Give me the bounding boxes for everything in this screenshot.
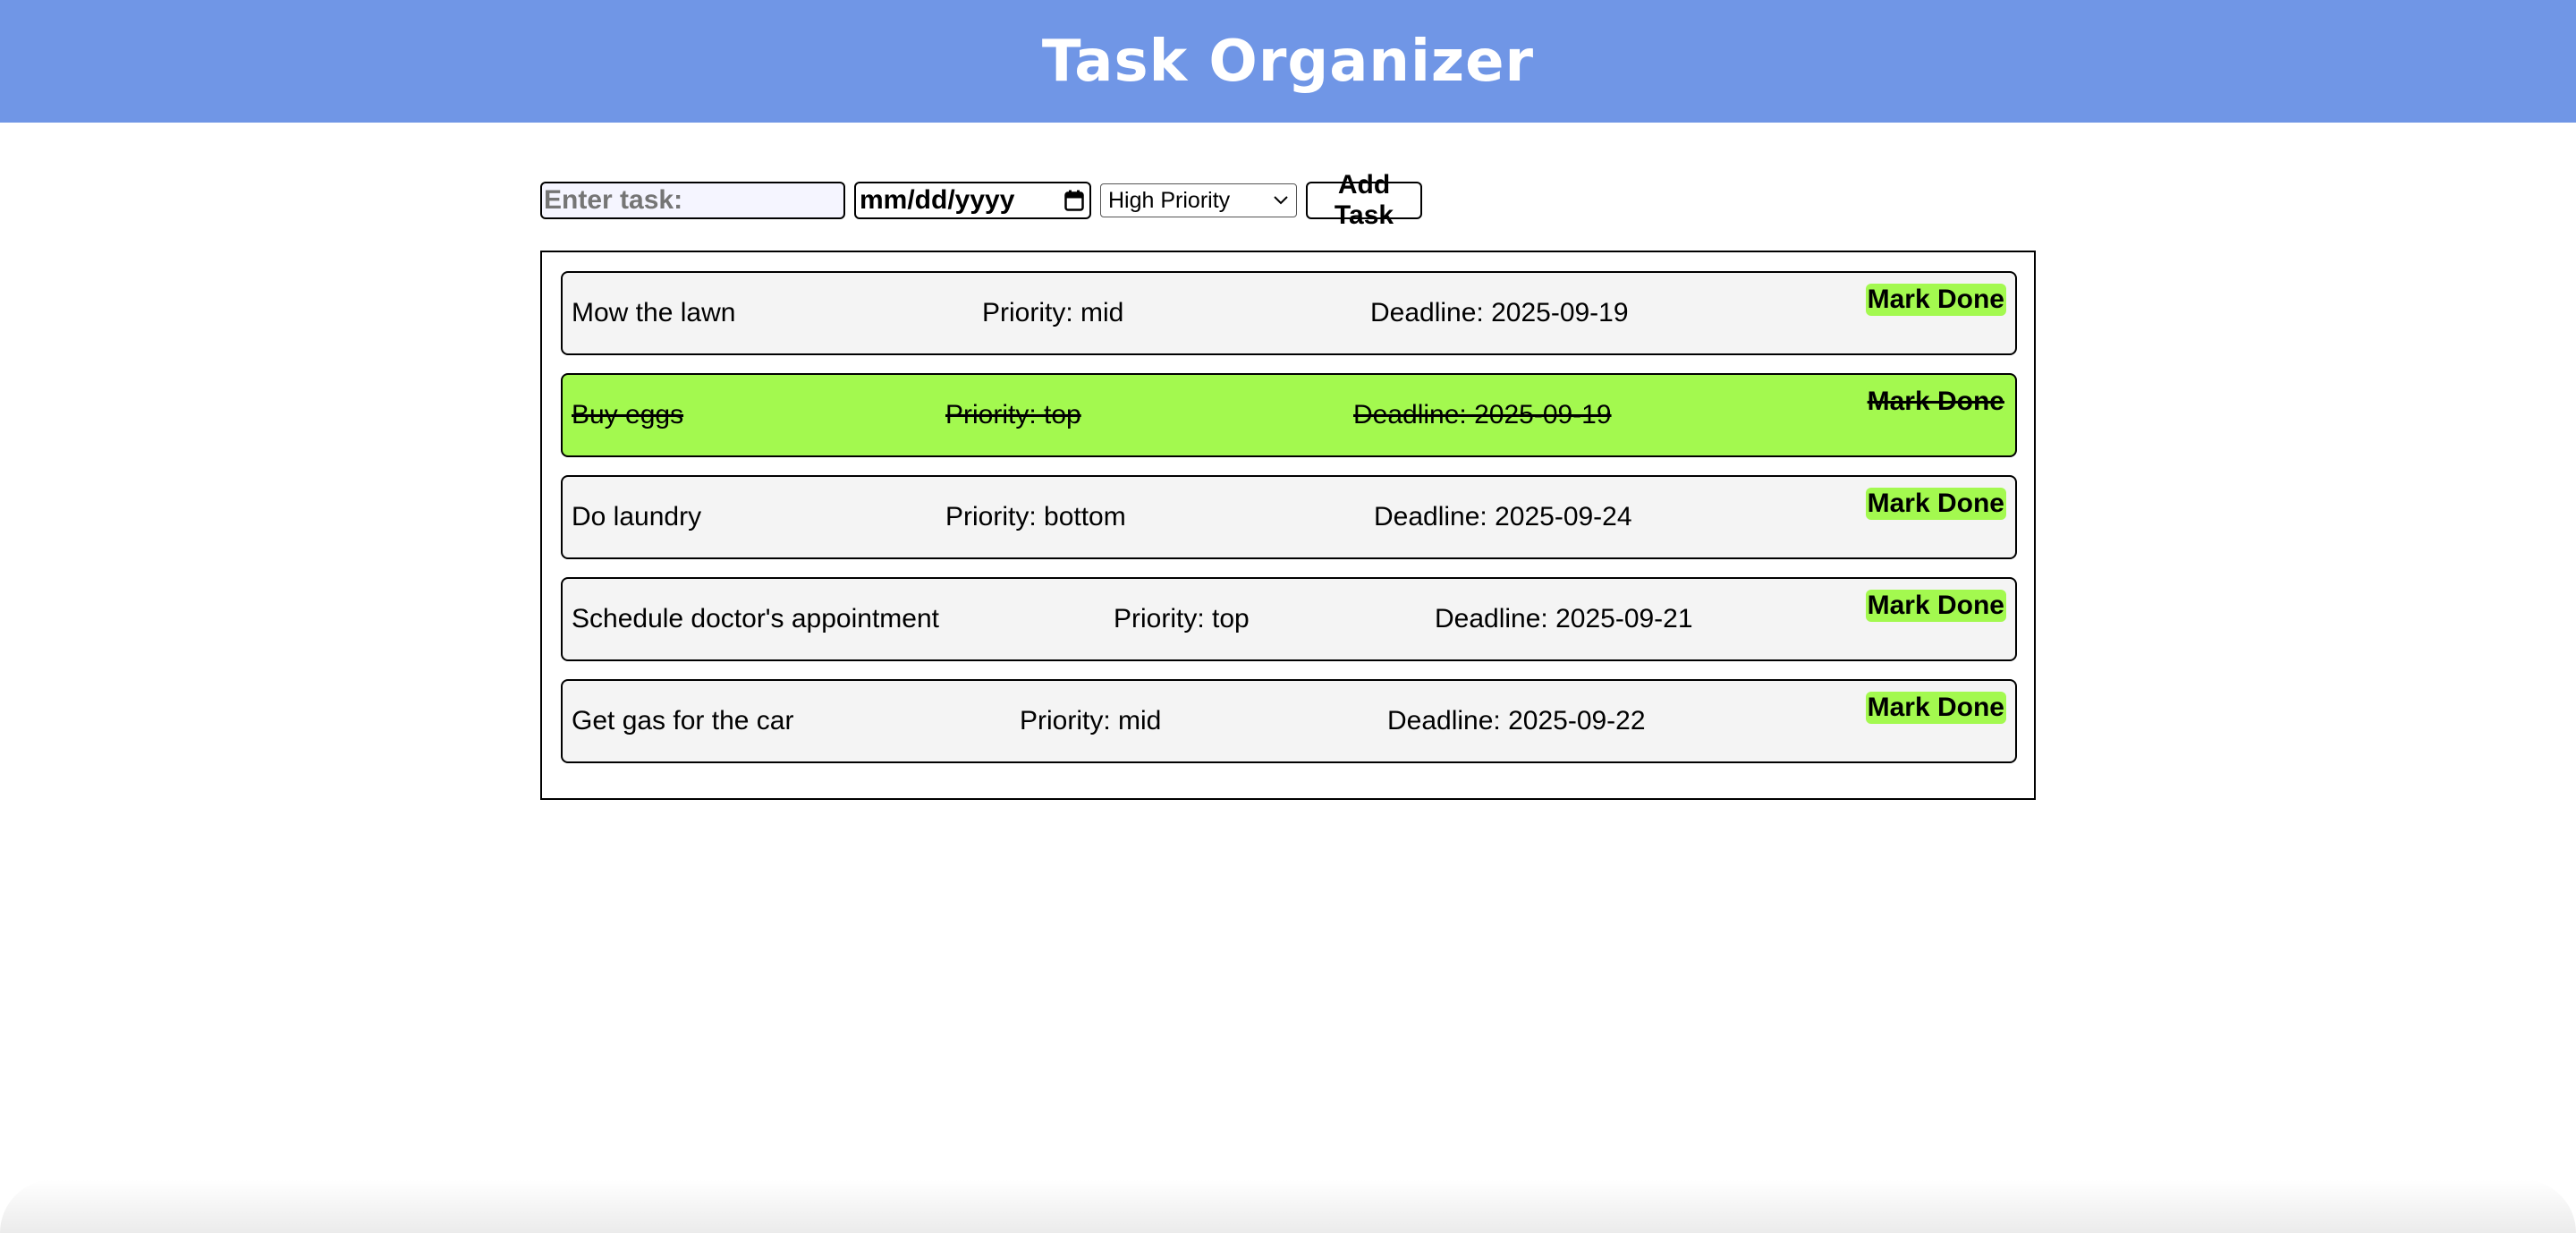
task-deadline: Deadline: 2025-09-19 [1370, 298, 1629, 327]
mark-done-button[interactable]: Mark Done [1865, 284, 2006, 316]
task-deadline: Deadline: 2025-09-19 [1353, 400, 1612, 429]
task-input[interactable] [540, 182, 845, 219]
add-task-button[interactable]: Add Task [1306, 170, 1422, 230]
task-priority: Priority: top [945, 400, 1081, 429]
add-task-form: mm/dd/yyyy High Priority Add Task [540, 170, 1422, 230]
task-name: Do laundry [572, 502, 702, 531]
mark-done-button[interactable]: Mark Done [1865, 488, 2006, 520]
priority-selected-value: High Priority [1108, 187, 1231, 213]
task-priority: Priority: top [1114, 604, 1250, 634]
app-header: Task Organizer [0, 0, 2576, 123]
mark-done-button[interactable]: Mark Done [1865, 692, 2006, 724]
page-title: Task Organizer [1041, 28, 1535, 95]
task-name: Buy eggs [572, 400, 684, 429]
task-row: Buy eggs Priority: top Deadline: 2025-09… [561, 373, 2017, 457]
task-priority: Priority: mid [1020, 706, 1162, 736]
task-deadline: Deadline: 2025-09-24 [1374, 502, 1632, 531]
task-row: Do laundry Priority: bottom Deadline: 20… [561, 475, 2017, 559]
task-deadline: Deadline: 2025-09-21 [1435, 604, 1693, 634]
calendar-icon[interactable] [1064, 190, 1084, 211]
task-list: Mow the lawn Priority: mid Deadline: 202… [540, 251, 2036, 800]
chevron-down-icon [1274, 196, 1288, 205]
task-priority: Priority: bottom [945, 502, 1126, 531]
task-row: Schedule doctor's appointment Priority: … [561, 577, 2017, 661]
task-deadline: Deadline: 2025-09-22 [1387, 706, 1646, 736]
mark-done-button[interactable]: Mark Done [1865, 590, 2006, 622]
task-row: Mow the lawn Priority: mid Deadline: 202… [561, 271, 2017, 355]
task-row: Get gas for the car Priority: mid Deadli… [561, 679, 2017, 763]
task-priority: Priority: mid [982, 298, 1124, 327]
task-name: Schedule doctor's appointment [572, 604, 939, 634]
priority-select[interactable]: High Priority [1100, 183, 1297, 217]
task-name: Mow the lawn [572, 298, 736, 327]
task-name: Get gas for the car [572, 706, 794, 736]
date-placeholder: mm/dd/yyyy [860, 185, 1015, 215]
deadline-date-input[interactable]: mm/dd/yyyy [854, 182, 1091, 219]
mark-done-button[interactable]: Mark Done [1865, 386, 2006, 418]
window-bottom-shadow [0, 1179, 2576, 1233]
